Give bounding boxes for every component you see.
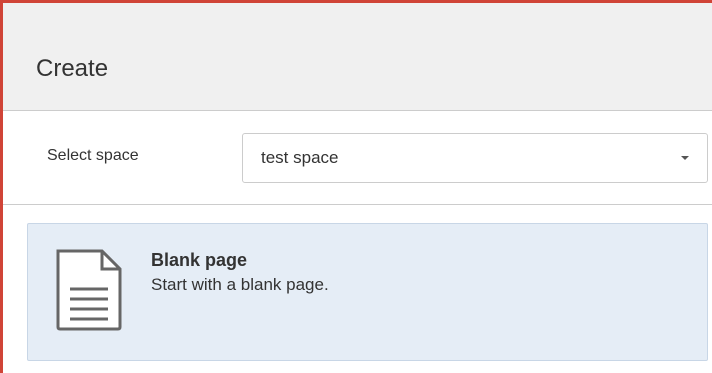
document-icon <box>56 249 122 331</box>
template-description: Start with a blank page. <box>151 275 329 294</box>
chevron-down-icon <box>681 156 689 160</box>
template-list: Blank page Start with a blank page. <box>3 205 712 373</box>
space-select-value: test space <box>261 148 339 167</box>
dialog-header: Create <box>3 3 712 111</box>
space-select-dropdown[interactable]: test space <box>242 133 708 183</box>
dialog-title: Create <box>36 55 109 82</box>
select-space-label: Select space <box>47 147 139 164</box>
space-selector-row: Select space test space <box>3 111 712 205</box>
template-name: Blank page <box>151 250 248 270</box>
template-item-blank-page[interactable]: Blank page Start with a blank page. <box>27 223 708 361</box>
